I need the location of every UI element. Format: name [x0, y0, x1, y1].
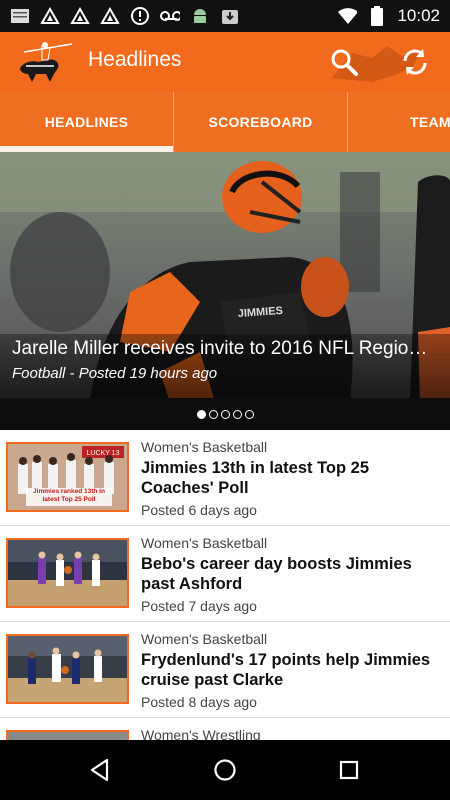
home-icon: [214, 759, 236, 781]
recents-button[interactable]: [333, 754, 365, 786]
download-icon: [220, 6, 240, 26]
drive-icon: [100, 6, 120, 26]
alert-icon: [130, 6, 150, 26]
notes-icon: [10, 6, 30, 26]
status-bar: 10:02: [0, 0, 450, 32]
list-item[interactable]: Women's Basketball Frydenlund's 17 point…: [0, 622, 450, 718]
search-icon: [331, 49, 358, 76]
hero-title[interactable]: Jarelle Miller receives invite to 2016 N…: [12, 338, 438, 360]
article-category: Women's Basketball: [141, 631, 268, 647]
article-thumbnail: LUCKY 13 Jimmies ranked 13th in latest T…: [6, 442, 129, 512]
article-list: LUCKY 13 Jimmies ranked 13th in latest T…: [0, 430, 450, 740]
tab-scoreboard[interactable]: SCOREBOARD: [174, 92, 348, 152]
back-button[interactable]: [84, 754, 116, 786]
app-bar: Headlines: [0, 32, 450, 92]
thumb-caption-text: Jimmies ranked 13th in latest Top 25 Pol…: [33, 488, 105, 503]
tab-bar: HEADLINES SCOREBOARD TEAM: [0, 92, 450, 152]
article-category: Women's Basketball: [141, 535, 268, 551]
app-title: Headlines: [88, 48, 182, 71]
battery-icon: [367, 6, 387, 26]
article-title[interactable]: Frydenlund's 17 points help Jimmies crui…: [141, 650, 441, 690]
list-item[interactable]: Women's Basketball Bebo's career day boo…: [0, 526, 450, 622]
carousel-dot[interactable]: [232, 409, 242, 419]
article-posted: Posted 7 days ago: [141, 598, 257, 614]
hero-posted: - Posted 19 hours ago: [69, 365, 218, 382]
article-title[interactable]: Jimmies 13th in latest Top 25 Coaches' P…: [141, 458, 441, 498]
article-category: Women's Wrestling: [141, 727, 261, 740]
recents-icon: [339, 760, 359, 780]
voicemail-icon: [160, 6, 180, 26]
hero-meta: Football - Posted 19 hours ago: [12, 365, 438, 382]
search-button[interactable]: [326, 44, 362, 80]
carousel-dot[interactable]: [208, 409, 218, 419]
tab-headlines[interactable]: HEADLINES: [0, 92, 174, 152]
hero-carousel[interactable]: JIMMIES Jarelle Miller receives invite t…: [0, 152, 450, 398]
thumb-banner-text: LUCKY 13: [87, 450, 120, 457]
wifi-icon: [337, 6, 358, 26]
system-nav-bar: [0, 740, 450, 800]
back-icon: [90, 758, 109, 782]
carousel-dot[interactable]: [244, 409, 254, 419]
drive-icon: [70, 6, 90, 26]
list-item[interactable]: LUCKY 13 Jimmies ranked 13th in latest T…: [0, 430, 450, 526]
article-title[interactable]: Bebo's career day boosts Jimmies past As…: [141, 554, 441, 594]
article-thumbnail: [6, 730, 129, 740]
home-button[interactable]: [209, 754, 241, 786]
carousel-dot[interactable]: [196, 409, 206, 419]
tab-team[interactable]: TEAM: [348, 92, 450, 152]
drive-icon: [40, 6, 60, 26]
article-thumbnail: [6, 634, 129, 704]
article-category: Women's Basketball: [141, 439, 268, 455]
article-posted: Posted 6 days ago: [141, 502, 257, 518]
hero-caption: Jarelle Miller receives invite to 2016 N…: [0, 334, 450, 398]
carousel-dot[interactable]: [220, 409, 230, 419]
hero-sport: Football: [12, 365, 66, 382]
carousel-indicator: [0, 398, 450, 430]
refresh-button[interactable]: [397, 44, 433, 80]
mascot-logo-icon: [20, 42, 73, 82]
clock: 10:02: [397, 6, 440, 25]
article-thumbnail: [6, 538, 129, 608]
refresh-icon: [403, 49, 427, 75]
list-item[interactable]: Women's Wrestling: [0, 718, 450, 740]
android-icon: [190, 6, 210, 26]
article-posted: Posted 8 days ago: [141, 694, 257, 710]
